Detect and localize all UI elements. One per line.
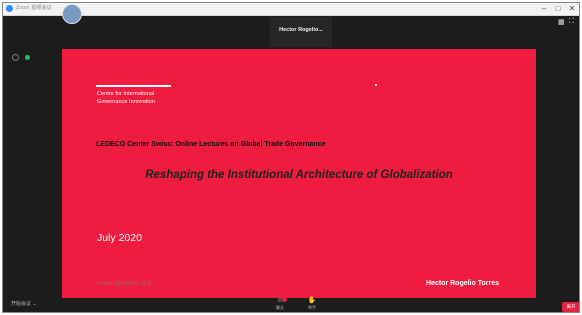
- raise-hand-button[interactable]: ✋ 举手: [301, 297, 323, 312]
- logo-text-line1: Centre for International: [97, 91, 155, 97]
- slide-date: July 2020: [97, 232, 142, 244]
- logo-rule: [96, 85, 171, 87]
- notification-badge: [282, 297, 287, 302]
- maximize-icon[interactable]: □: [551, 3, 565, 14]
- connection-status-icon: [25, 55, 30, 60]
- slide-title: Reshaping the Institutional Architecture…: [145, 169, 453, 181]
- slide-author: Hector Rogelio Torres: [426, 280, 499, 287]
- raise-hand-label: 举手: [308, 305, 316, 310]
- participant-thumbnail[interactable]: Hector Rogelio...: [270, 17, 332, 47]
- chat-button[interactable]: ☺ 聊天: [269, 297, 291, 312]
- slide-subtitle: LEDECO Center Swiss: Online Lectures on …: [96, 141, 326, 148]
- minimize-icon[interactable]: –: [537, 3, 551, 14]
- close-icon[interactable]: ✕: [565, 3, 579, 14]
- participant-name: Hector Rogelio...: [279, 27, 323, 33]
- mouse-cursor: [375, 84, 377, 86]
- leave-meeting-button[interactable]: 离开: [562, 302, 579, 312]
- chat-label: 聊天: [276, 305, 284, 310]
- meeting-menu[interactable]: 开始会议 ⌄: [11, 300, 37, 307]
- window-titlebar: Zoom 视频会议 – □ ✕: [3, 3, 579, 16]
- layout-icon[interactable]: ▦: [558, 18, 565, 26]
- share-view-icon[interactable]: [12, 54, 19, 61]
- zoom-app-icon: [6, 5, 13, 12]
- logo-text-line2: Governance Innovation: [97, 99, 155, 105]
- slide-url: www.cigionline.org: [97, 280, 151, 287]
- chat-icon: ☺: [276, 297, 284, 304]
- window-title: Zoom 视频会议: [16, 5, 52, 11]
- floating-avatar[interactable]: [62, 4, 82, 24]
- zoom-window: Zoom 视频会议 – □ ✕ ▦ ⛶ Hector Rogelio... Ce…: [2, 2, 580, 313]
- raise-hand-icon: ✋: [307, 297, 317, 304]
- shared-slide: Centre for International Governance Inno…: [62, 49, 536, 298]
- fullscreen-icon[interactable]: ⛶: [569, 18, 574, 26]
